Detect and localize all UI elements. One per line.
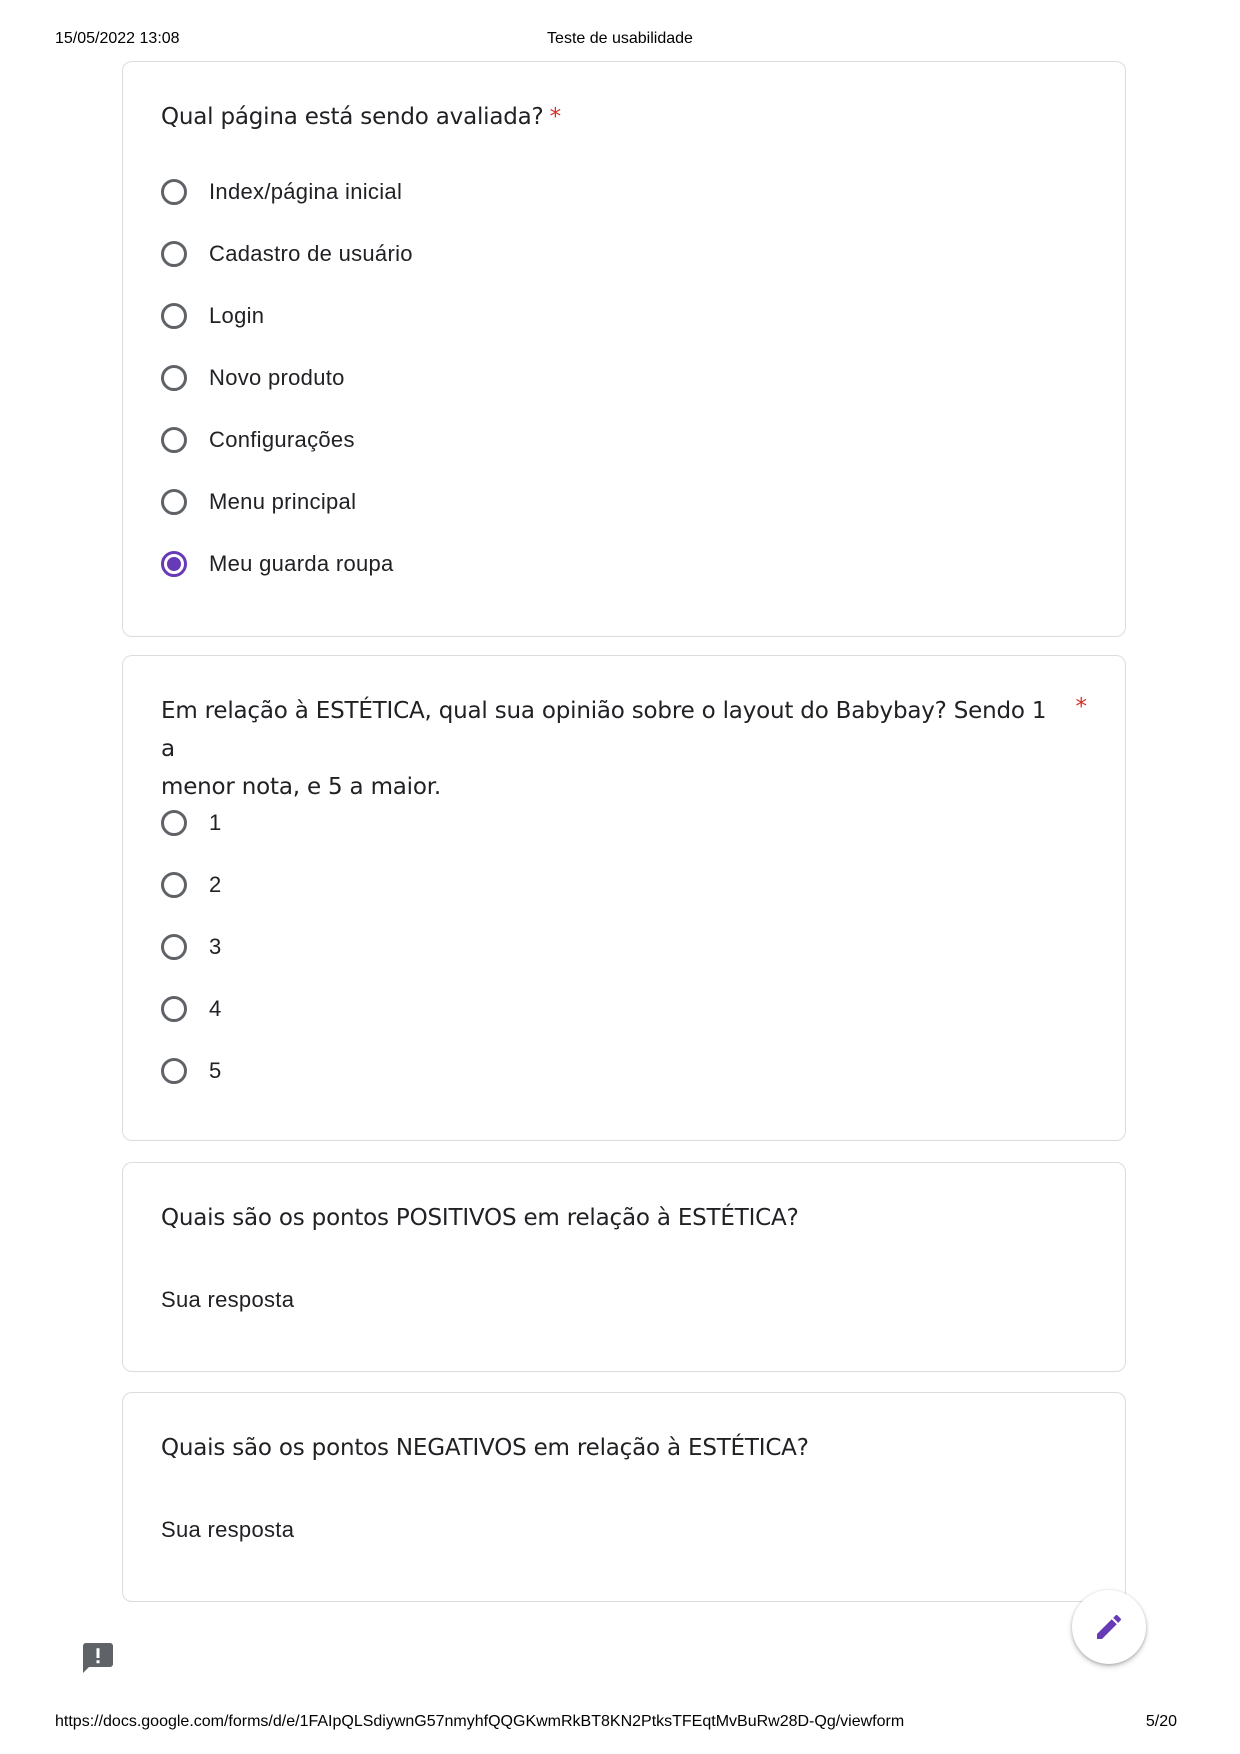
question-title: Quais são os pontos POSITIVOS em relação… [161,1205,799,1231]
radio-option-configuracoes[interactable]: Configurações [161,420,355,460]
radio-label: 4 [209,996,222,1021]
radio-button[interactable] [161,872,187,898]
radio-option-index[interactable]: Index/página inicial [161,172,402,212]
required-mark: * [549,104,562,130]
question-card-page: Qual página está sendo avaliada? * Index/… [122,61,1126,637]
radio-label: Menu principal [209,489,357,514]
edit-fab-button[interactable] [1072,1590,1146,1664]
question-card-negativos: Quais são os pontos NEGATIVOS em relação… [122,1392,1126,1602]
question-text-line2: menor nota, e 5 a maior. [161,774,441,800]
radio-button[interactable] [161,996,187,1022]
radio-label: 1 [209,810,222,835]
radio-option-cadastro[interactable]: Cadastro de usuário [161,234,413,274]
question-title: Quais são os pontos NEGATIVOS em relação… [161,1435,809,1461]
radio-option-3[interactable]: 3 [161,927,222,967]
radio-button-checked[interactable] [161,551,187,577]
report-problem-icon[interactable] [80,1640,116,1676]
radio-button[interactable] [161,241,187,267]
radio-button[interactable] [161,303,187,329]
question-text-line1: Em relação à ESTÉTICA, qual sua opinião … [161,698,1047,762]
question-title: Em relação à ESTÉTICA, qual sua opinião … [161,692,1065,806]
radio-button[interactable] [161,1058,187,1084]
print-url: https://docs.google.com/forms/d/e/1FAIpQ… [55,1713,905,1730]
radio-option-login[interactable]: Login [161,296,264,336]
question-card-estetica-rating: Em relação à ESTÉTICA, qual sua opinião … [122,655,1126,1141]
radio-label: Login [209,303,265,328]
radio-label: Meu guarda roupa [209,551,394,576]
radio-option-meu-guarda-roupa[interactable]: Meu guarda roupa [161,544,394,584]
radio-label: Configurações [209,427,355,452]
radio-label: Novo produto [209,365,345,390]
radio-button[interactable] [161,934,187,960]
radio-label: 2 [209,872,222,897]
answer-input[interactable]: Sua resposta [161,1517,294,1543]
radio-label: Index/página inicial [209,179,403,204]
radio-button[interactable] [161,179,187,205]
print-page-number: 5/20 [1145,1713,1177,1730]
pencil-icon [1097,1614,1122,1639]
radio-label: 3 [209,934,222,959]
radio-option-4[interactable]: 4 [161,989,222,1029]
radio-button[interactable] [161,489,187,515]
radio-option-2[interactable]: 2 [161,865,222,905]
print-header: 15/05/2022 13:08 Teste de usabilidade [55,30,1185,50]
radio-button[interactable] [161,810,187,836]
radio-label: Cadastro de usuário [209,241,413,266]
required-mark: * [1075,694,1088,720]
print-title: Teste de usabilidade [547,30,693,47]
answer-input[interactable]: Sua resposta [161,1287,294,1313]
print-footer: https://docs.google.com/forms/d/e/1FAIpQ… [55,1713,1185,1733]
radio-option-menu-principal[interactable]: Menu principal [161,482,356,522]
question-card-positivos: Quais são os pontos POSITIVOS em relação… [122,1162,1126,1372]
radio-option-1[interactable]: 1 [161,803,222,843]
question-title: Qual página está sendo avaliada? * [161,98,1065,136]
radio-option-5[interactable]: 5 [161,1051,222,1091]
radio-button[interactable] [161,427,187,453]
question-text: Qual página está sendo avaliada? [161,104,544,130]
radio-label: 5 [209,1058,222,1083]
radio-option-novo-produto[interactable]: Novo produto [161,358,345,398]
radio-button[interactable] [161,365,187,391]
